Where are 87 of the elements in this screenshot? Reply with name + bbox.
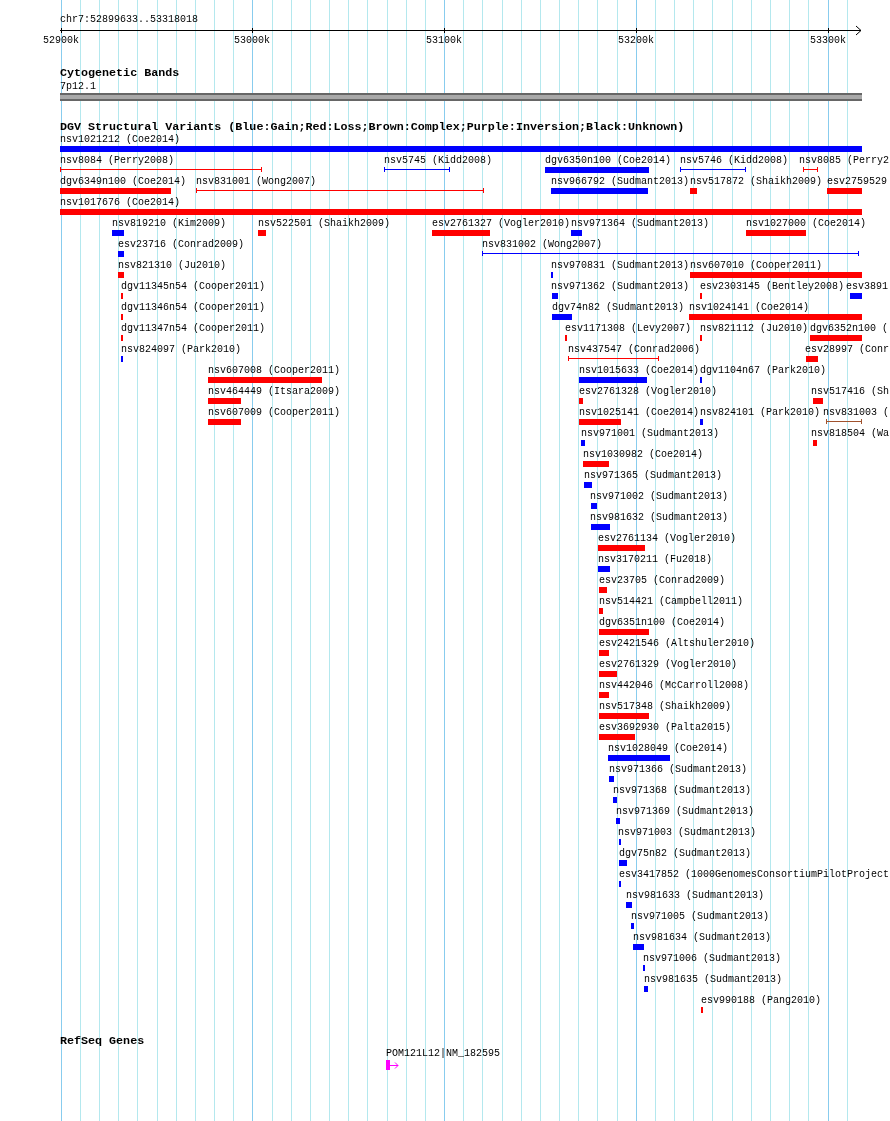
variant-label: esv2759529: [827, 176, 887, 187]
axis-tick-label: 53200k: [618, 35, 654, 46]
variant-label: dgv75n82 (Sudmant2013): [619, 848, 752, 859]
variant-label: nsv522501 (Shaikh2009): [258, 218, 391, 229]
variant-label: nsv1027000 (Coe2014): [746, 218, 867, 229]
variant-label: dgv6350n100 (Coe2014): [545, 155, 672, 166]
variant-label: nsv971003 (Sudmant2013): [618, 827, 757, 838]
variant-label: nsv1021212 (Coe2014): [60, 134, 181, 145]
variant-label: nsv831003 (: [823, 407, 889, 418]
axis-tick-label: 53100k: [426, 35, 462, 46]
variant-label: nsv831002 (Wong2007): [482, 239, 603, 250]
variant-label: nsv831001 (Wong2007): [196, 176, 317, 187]
variant-label: nsv514421 (Campbell2011): [599, 596, 744, 607]
variant-label: esv2761327 (Vogler2010): [432, 218, 571, 229]
variant-label: nsv971365 (Sudmant2013): [584, 470, 723, 481]
variant-label: nsv1030982 (Coe2014): [583, 449, 704, 460]
variant-label: nsv981632 (Sudmant2013): [590, 512, 729, 523]
variant-label: nsv971368 (Sudmant2013): [613, 785, 752, 796]
variant-label: dgv74n82 (Sudmant2013): [552, 302, 685, 313]
variant-label: nsv442046 (McCarroll2008): [599, 680, 750, 691]
variant-label: nsv966792 (Sudmant2013): [551, 176, 690, 187]
variant-label: nsv8084 (Perry2008): [60, 155, 175, 166]
variant-label: nsv464449 (Itsara2009): [208, 386, 341, 397]
variant-label: dgv6349n100 (Coe2014): [60, 176, 187, 187]
variant-label: esv28997 (Conr: [805, 344, 889, 355]
variant-label: nsv971002 (Sudmant2013): [590, 491, 729, 502]
variant-label: esv3417852 (1000GenomesConsortiumPilotProject: [619, 869, 890, 880]
variant-label: nsv971364 (Sudmant2013): [571, 218, 710, 229]
axis-tick-label: 53000k: [234, 35, 270, 46]
variant-label: nsv1025141 (Coe2014): [579, 407, 700, 418]
variant-label: dgv6352n100 (: [810, 323, 888, 334]
variant-label: nsv1015633 (Coe2014): [579, 365, 700, 376]
variant-label: nsv981633 (Sudmant2013): [626, 890, 765, 901]
variant-label: nsv981635 (Sudmant2013): [644, 974, 783, 985]
variant-label: nsv971362 (Sudmant2013): [551, 281, 690, 292]
variant-label: nsv971369 (Sudmant2013): [616, 806, 755, 817]
variant-label: esv2303145 (Bentley2008): [700, 281, 845, 292]
variant-label: nsv607009 (Cooper2011): [208, 407, 341, 418]
variant-label: esv23705 (Conrad2009): [599, 575, 726, 586]
variant-label: nsv1017676 (Coe2014): [60, 197, 181, 208]
variant-label: nsv1028049 (Coe2014): [608, 743, 729, 754]
variant-label: dgv11346n54 (Cooper2011): [121, 302, 266, 313]
variant-label: nsv5745 (Kidd2008): [384, 155, 493, 166]
region-label: chr7:52899633..53318018: [60, 14, 199, 25]
variant-label: esv23716 (Conrad2009): [118, 239, 245, 250]
variant-label: nsv1024141 (Coe2014): [689, 302, 810, 313]
variant-label: nsv971006 (Sudmant2013): [643, 953, 782, 964]
variant-label: nsv819210 (Kim2009): [112, 218, 227, 229]
variant-label: dgv11347n54 (Cooper2011): [121, 323, 266, 334]
variant-label: nsv971366 (Sudmant2013): [609, 764, 748, 775]
variant-label: nsv818504 (Wa: [811, 428, 889, 439]
gene-drawing: [386, 1060, 399, 1070]
track-title: RefSeq Genes: [60, 1035, 145, 1048]
variant-label: esv990188 (Pang2010): [701, 995, 822, 1006]
variant-label: nsv517416 (Sh: [811, 386, 889, 397]
variant-label: nsv821310 (Ju2010): [118, 260, 227, 271]
variant-label: esv2421546 (Altshuler2010): [599, 638, 756, 649]
variant-label: esv2761134 (Vogler2010): [598, 533, 737, 544]
variant-label: nsv607008 (Cooper2011): [208, 365, 341, 376]
variant-label: esv3692930 (Palta2015): [599, 722, 732, 733]
variant-label: nsv971005 (Sudmant2013): [631, 911, 770, 922]
variant-label: nsv971001 (Sudmant2013): [581, 428, 720, 439]
variant-label: nsv970831 (Sudmant2013): [551, 260, 690, 271]
variant-label: nsv5746 (Kidd2008): [680, 155, 789, 166]
variant-label: esv3891: [846, 281, 888, 292]
variant-label: nsv607010 (Cooper2011): [690, 260, 823, 271]
gene-label: POM121L12|NM_182595: [386, 1048, 501, 1059]
variant-label: dgv6351n100 (Coe2014): [599, 617, 726, 628]
axis-tick-label: 53300k: [810, 35, 846, 46]
band-label: 7p12.1: [60, 81, 96, 92]
variant-label: dgv11345n54 (Cooper2011): [121, 281, 266, 292]
variant-label: nsv517872 (Shaikh2009): [690, 176, 823, 187]
variant-label: esv2761329 (Vogler2010): [599, 659, 738, 670]
variant-label: esv2761328 (Vogler2010): [579, 386, 718, 397]
variant-label: esv1171308 (Levy2007): [565, 323, 692, 334]
variant-label: nsv824101 (Park2010): [700, 407, 821, 418]
variant-label: nsv824097 (Park2010): [121, 344, 242, 355]
variant-label: nsv517348 (Shaikh2009): [599, 701, 732, 712]
variant-label: nsv981634 (Sudmant2013): [633, 932, 772, 943]
track-title: Cytogenetic Bands: [60, 67, 180, 80]
variant-label: nsv3170211 (Fu2018): [598, 554, 713, 565]
variant-label: dgv1104n67 (Park2010): [700, 365, 827, 376]
axis-tick-label: 52900k: [43, 35, 79, 46]
track-title: DGV Structural Variants (Blue:Gain;Red:Loss;Brown:Complex;Purple:Inversion;Black:Unknown): [60, 121, 685, 134]
variant-label: nsv437547 (Conrad2006): [568, 344, 701, 355]
variant-label: nsv821112 (Ju2010): [700, 323, 809, 334]
variant-label: nsv8085 (Perry2: [799, 155, 889, 166]
